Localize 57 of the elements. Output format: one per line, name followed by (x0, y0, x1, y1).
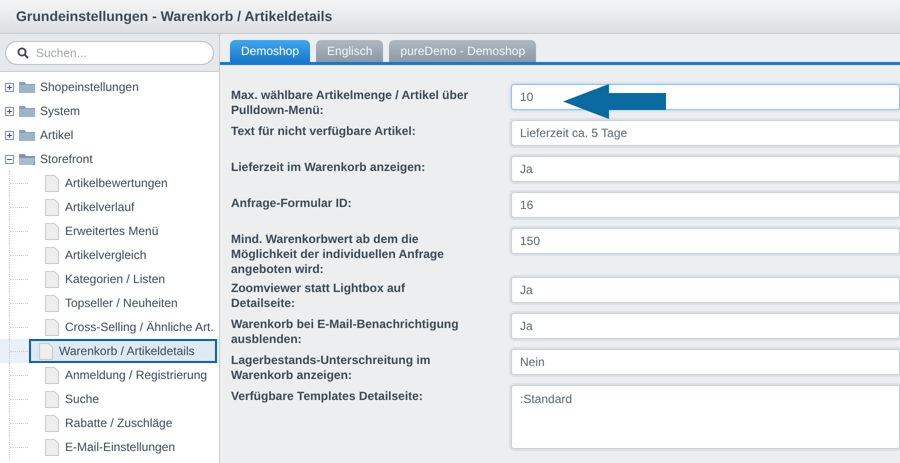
input-field[interactable]: Nein (511, 349, 900, 375)
document-icon (39, 342, 53, 360)
field-label: Text für nicht verfügbare Artikel: (231, 123, 417, 139)
collapse-toggle[interactable] (5, 154, 14, 164)
tree-folder[interactable]: Artikel (40, 126, 74, 144)
tree-item[interactable]: Suche (37, 387, 217, 411)
folder-icon (18, 128, 36, 142)
tree-item[interactable]: Kategorien / Listen (37, 267, 217, 291)
tree-item[interactable]: Topseller / Neuheiten (37, 291, 217, 315)
input-field[interactable]: Ja (511, 277, 900, 303)
document-icon (45, 174, 59, 192)
tree-item[interactable]: Warenkorb / Artikeldetails (29, 339, 217, 363)
tree-folder[interactable]: Shopeinstellungen (40, 78, 139, 96)
document-icon (45, 438, 59, 456)
text-area[interactable]: :Standard (511, 385, 900, 449)
tree-folder[interactable]: Storefront (40, 150, 93, 168)
tree-item[interactable]: E-Mail-Einstellungen (37, 435, 217, 459)
tree-item[interactable]: Cross-Selling / Ähnliche Art. (37, 315, 217, 339)
tree-item[interactable]: Artikelbewertungen (37, 171, 217, 195)
tree-item[interactable]: Artikelvergleich (37, 243, 217, 267)
folder-icon (18, 80, 36, 94)
input-field[interactable]: 150 (511, 228, 900, 254)
window-title: Grundeinstellungen - Warenkorb / Artikeldetails (16, 7, 332, 26)
expand-toggle[interactable] (5, 82, 14, 92)
tree-item[interactable]: Artikelverlauf (37, 195, 217, 219)
field-label: Anfrage-Formular ID: (231, 195, 353, 211)
tab[interactable]: Demoshop (230, 40, 310, 62)
document-icon (45, 390, 59, 408)
expand-toggle[interactable] (5, 130, 14, 140)
input-field[interactable]: Ja (511, 313, 900, 339)
search-icon (17, 46, 29, 58)
field-label: Zoomviewer statt Lightbox auf Detailseite: (231, 280, 406, 311)
input-field[interactable]: 16 (511, 192, 900, 218)
tree-folder[interactable]: System (40, 102, 80, 120)
tree-item[interactable]: Rabatte / Zuschläge (37, 411, 217, 435)
document-icon (45, 294, 59, 312)
document-icon (45, 414, 59, 432)
input-field[interactable]: Lieferzeit ca. 5 Tage (511, 120, 900, 146)
document-icon (45, 318, 59, 336)
field-label: Mind. Warenkorbwert ab dem die Möglichkeit der individuellen Anfrage angeboten wird: (231, 231, 445, 277)
field-label: Lagerbestands-Unterschreitung im Warenkorb anzeigen: (231, 352, 432, 383)
field-label: Lieferzeit im Warenkorb anzeigen: (231, 159, 426, 175)
document-icon (45, 222, 59, 240)
field-label: Verfügbare Templates Detailseite: (231, 388, 424, 404)
folder-icon (18, 152, 36, 166)
document-icon (45, 366, 59, 384)
tree-item[interactable]: Anmeldung / Registrierung (37, 363, 217, 387)
folder-icon (18, 104, 36, 118)
field-label: Max. wählbare Artikelmenge / Artikel über Pulldown-Menü: (231, 87, 470, 118)
tree-item[interactable]: Erweitertes Menü (37, 219, 217, 243)
document-icon (45, 246, 59, 264)
document-icon (45, 198, 59, 216)
search-field[interactable]: Suchen... (5, 40, 214, 64)
expand-toggle[interactable] (5, 106, 14, 116)
field-label: Warenkorb bei E-Mail-Benachrichtigung ausblenden: (231, 316, 460, 347)
input-field[interactable]: Ja (511, 156, 900, 182)
document-icon (45, 270, 59, 288)
